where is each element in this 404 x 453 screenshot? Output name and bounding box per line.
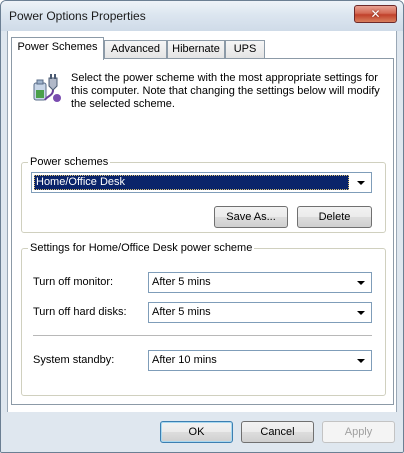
scheme-settings-group-label: Settings for Home/Office Desk power sche…	[28, 242, 255, 254]
power-options-window: Power Options Properties ✕ Power Schemes…	[0, 0, 404, 453]
system-standby-value: After 10 mins	[152, 354, 217, 366]
dialog-button-bar: OK Cancel Apply	[1, 412, 403, 452]
delete-button[interactable]: Delete	[297, 206, 372, 228]
system-standby-dropdown[interactable]: After 10 mins	[148, 350, 372, 371]
chevron-down-icon	[357, 281, 365, 285]
window-title: Power Options Properties	[9, 9, 146, 23]
title-bar[interactable]: Power Options Properties ✕	[1, 1, 403, 31]
ok-button[interactable]: OK	[160, 421, 233, 443]
cancel-button[interactable]: Cancel	[241, 421, 314, 443]
power-scheme-dropdown[interactable]: Home/Office Desk	[31, 172, 372, 193]
power-schemes-group-label: Power schemes	[28, 156, 111, 168]
power-plug-battery-icon	[33, 74, 61, 102]
settings-divider	[33, 335, 372, 337]
close-icon: ✕	[370, 7, 381, 21]
tab-hibernate[interactable]: Hibernate	[167, 40, 225, 59]
system-standby-label: System standby:	[33, 354, 115, 366]
scheme-settings-group: Settings for Home/Office Desk power sche…	[21, 242, 386, 396]
save-as-button[interactable]: Save As...	[214, 206, 288, 228]
close-button[interactable]: ✕	[354, 5, 397, 23]
power-scheme-selected-value: Home/Office Desk	[34, 175, 349, 190]
turn-off-monitor-label: Turn off monitor:	[33, 276, 114, 288]
apply-button[interactable]: Apply	[322, 421, 395, 443]
turn-off-hard-disks-label: Turn off hard disks:	[33, 306, 127, 318]
turn-off-monitor-value: After 5 mins	[152, 276, 211, 288]
turn-off-hard-disks-dropdown[interactable]: After 5 mins	[148, 302, 372, 323]
power-schemes-panel: Select the power scheme with the most ap…	[11, 58, 394, 405]
chevron-down-icon	[357, 311, 365, 315]
chevron-down-icon	[357, 359, 365, 363]
power-schemes-group: Power schemes Home/Office Desk Save As..…	[21, 156, 386, 233]
turn-off-monitor-dropdown[interactable]: After 5 mins	[148, 272, 372, 293]
tab-advanced[interactable]: Advanced	[104, 40, 167, 59]
chevron-down-icon	[357, 181, 365, 185]
tab-power-schemes[interactable]: Power Schemes	[11, 37, 104, 60]
tab-ups[interactable]: UPS	[225, 40, 265, 59]
intro-description: Select the power scheme with the most ap…	[71, 72, 380, 110]
dialog-client-area: Power Schemes Advanced Hibernate UPS Sel…	[7, 31, 397, 412]
turn-off-hard-disks-value: After 5 mins	[152, 306, 211, 318]
